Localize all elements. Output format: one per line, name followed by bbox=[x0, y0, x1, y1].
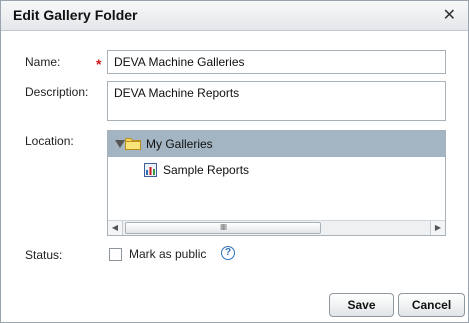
description-field[interactable]: DEVA Machine Reports bbox=[107, 81, 446, 121]
mark-as-public-label[interactable]: Mark as public bbox=[129, 247, 206, 261]
expand-triangle-icon[interactable] bbox=[115, 140, 125, 148]
location-tree[interactable]: My Galleries Sample Reports ◀ IIIII ▶ bbox=[107, 130, 446, 236]
dialog-titlebar: Edit Gallery Folder ✕ bbox=[1, 1, 468, 31]
report-icon bbox=[144, 163, 157, 177]
name-label: Name: bbox=[25, 55, 61, 69]
folder-icon bbox=[125, 138, 141, 150]
name-field[interactable] bbox=[107, 50, 446, 74]
description-label: Description: bbox=[25, 85, 89, 99]
tree-item-my-galleries[interactable]: My Galleries bbox=[108, 131, 445, 157]
close-icon[interactable]: ✕ bbox=[443, 5, 456, 25]
horizontal-scrollbar[interactable]: ◀ IIIII ▶ bbox=[108, 220, 445, 235]
help-icon[interactable]: ? bbox=[221, 246, 235, 260]
tree-item-label: My Galleries bbox=[146, 137, 213, 151]
mark-as-public-checkbox[interactable] bbox=[109, 248, 122, 261]
save-button[interactable]: Save bbox=[329, 293, 394, 317]
tree-item-sample-reports[interactable]: Sample Reports bbox=[163, 163, 249, 177]
scroll-thumb[interactable]: IIIII bbox=[125, 222, 321, 234]
required-marker: * bbox=[96, 56, 102, 72]
status-label: Status: bbox=[25, 248, 63, 262]
dialog-title: Edit Gallery Folder bbox=[13, 7, 138, 23]
cancel-button[interactable]: Cancel bbox=[398, 293, 465, 317]
scroll-right-icon[interactable]: ▶ bbox=[430, 221, 445, 235]
location-label: Location: bbox=[25, 134, 74, 148]
scroll-left-icon[interactable]: ◀ bbox=[108, 221, 123, 235]
edit-gallery-folder-dialog: Edit Gallery Folder ✕ Name: * Descriptio… bbox=[0, 0, 469, 323]
